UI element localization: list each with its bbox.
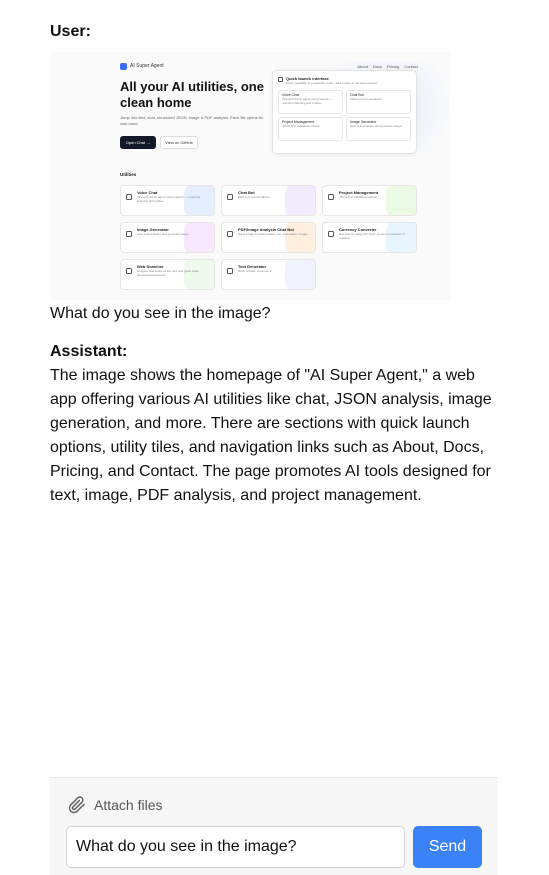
- document-icon: [227, 231, 233, 237]
- utility-card: Currency Converter Example of using API T…: [322, 222, 417, 253]
- utility-card-desc: Send image & extract tables, list, summa…: [238, 232, 309, 236]
- screenshot-hero-title: All your AI utilities, one clean home: [120, 79, 264, 110]
- screenshot-nav-contact: Contact: [404, 63, 418, 69]
- attach-files-button[interactable]: Attach files: [68, 795, 162, 815]
- utility-card-desc: Give a description and generate image.: [137, 232, 190, 236]
- utility-card: Image Generator Give a description and ge…: [120, 222, 215, 253]
- screenshot-logo-icon: [120, 62, 127, 70]
- microphone-icon: [126, 194, 132, 200]
- screenshot-quick-launch-panel: Quick launch interface Every capability …: [272, 70, 417, 154]
- utility-card-desc: AI agent that looks up the web and gives…: [137, 269, 200, 277]
- utility-card-desc: Talk with the AI agent using speech — re…: [137, 195, 201, 203]
- screenshot-utilities-grid: Voice Chat Talk with the AI agent using s…: [120, 185, 417, 290]
- assistant-role-label: Assistant:: [50, 343, 128, 360]
- chat-transcript: User: AI Super Agent About Docs Pricing …: [50, 22, 500, 508]
- image-icon: [126, 231, 132, 237]
- screenshot-utilities-label: Utilities: [120, 172, 137, 177]
- quick-launch-item: Chat Bot Multi-turn conversations.: [346, 90, 411, 114]
- utility-card: Text Generator Draft, rewrite, summarize.: [221, 259, 316, 290]
- quick-launch-item: Project Management JSON-first validated …: [278, 117, 343, 141]
- screenshot-brand: AI Super Agent: [130, 63, 164, 69]
- utility-card-desc: Multi-turn conversations.: [238, 195, 271, 199]
- quick-launch-icon: [278, 77, 283, 82]
- screenshot-open-chat-button: Open Chat →: [120, 136, 156, 149]
- utility-card: Voice Chat Talk with the AI agent using s…: [120, 185, 215, 216]
- user-message-text: What do you see in the image?: [50, 305, 271, 322]
- screenshot-nav-links: About Docs Pricing Contact: [357, 64, 418, 69]
- screenshot-github-button: View on GitHub: [160, 136, 198, 149]
- user-role-label: User:: [50, 23, 91, 40]
- search-icon: [126, 268, 132, 274]
- attached-screenshot-image: AI Super Agent About Docs Pricing Contac…: [50, 52, 450, 300]
- message-composer: Attach files Send: [50, 778, 498, 875]
- send-button[interactable]: Send: [413, 826, 482, 868]
- assistant-message-text: The image shows the homepage of "AI Supe…: [50, 367, 492, 504]
- quick-launch-item-desc: Give a description and generate image.: [350, 124, 403, 128]
- screenshot-nav-about: About: [357, 63, 368, 69]
- message-input[interactable]: [66, 826, 405, 868]
- quick-launch-item-desc: Multi-turn conversations.: [350, 97, 383, 101]
- quick-launch-item: Image Generator Give a description and g…: [346, 117, 411, 141]
- utility-card-desc: Example of using API Tools: convert curr…: [339, 232, 405, 240]
- utility-card: Project Management JSON-first validated o…: [322, 185, 417, 216]
- utility-card-desc: JSON-first validated outputs.: [339, 195, 378, 199]
- screenshot-nav-docs: Docs: [372, 63, 382, 69]
- quick-launch-item-desc: Talk with the AI agent using speech — re…: [282, 97, 333, 105]
- quick-launch-subtitle: Every capability in a separate route—add…: [286, 81, 378, 85]
- quick-launch-item: Voice Chat Talk with the AI agent using …: [278, 90, 343, 114]
- utility-card: Chat Bot Multi-turn conversations.: [221, 185, 316, 216]
- utility-card: PDF/Image Analysis Chat Bot Send image & …: [221, 222, 316, 253]
- paperclip-icon: [68, 796, 85, 814]
- screenshot-hero-subtitle: Jump into text, chat, structured JSON, i…: [120, 115, 263, 126]
- currency-icon: [328, 231, 334, 237]
- utility-card-desc: Draft, rewrite, summarize.: [238, 269, 273, 273]
- screenshot-nav-pricing: Pricing: [386, 63, 400, 69]
- utility-card: Web Searcher AI agent that looks up the w…: [120, 259, 215, 290]
- quick-launch-item-desc: JSON-first validated outputs.: [282, 124, 321, 128]
- tag-icon: [328, 194, 334, 200]
- attach-files-label: Attach files: [94, 797, 163, 813]
- chat-icon: [227, 194, 233, 200]
- text-icon: [227, 268, 233, 274]
